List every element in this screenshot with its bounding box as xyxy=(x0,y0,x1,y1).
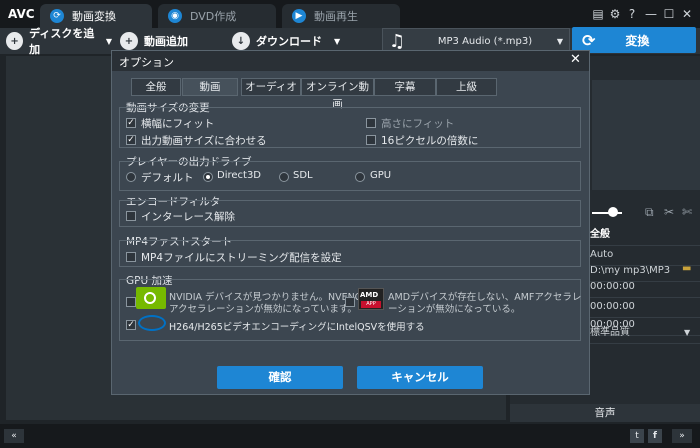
minimize-icon[interactable]: — xyxy=(643,6,659,22)
add-video-icon: + xyxy=(120,32,138,50)
intel-label: H264/H265ビデオエンコーディングにIntelQSVを使用する xyxy=(169,322,425,333)
bottom-bar xyxy=(0,424,700,448)
close-icon[interactable]: ✕ xyxy=(570,52,581,67)
volume-handle[interactable] xyxy=(608,207,618,217)
format-value: MP3 Audio (*.mp3) xyxy=(437,35,533,47)
app-logo: AVC xyxy=(8,7,35,21)
tab-label: 動画再生 xyxy=(314,10,358,23)
fit-width-label: 横幅にフィット xyxy=(141,118,215,130)
add-disc-label: ディスクを追加 xyxy=(29,27,95,56)
cut-icon[interactable]: ✂ xyxy=(664,205,674,219)
convert-icon: ⟳ xyxy=(50,9,64,23)
radio-default-label: デフォルト xyxy=(141,172,194,184)
radio-direct3d-label: Direct3D xyxy=(217,170,262,181)
tab-subtitle[interactable]: 字幕 xyxy=(374,78,436,96)
gear-icon[interactable]: ⚙ xyxy=(607,6,623,22)
tab-general[interactable]: 全般 xyxy=(131,78,181,96)
nvidia-logo-icon xyxy=(136,287,166,309)
radio-direct3d[interactable] xyxy=(203,172,213,182)
fit-width-checkbox[interactable]: ✓ xyxy=(126,118,136,128)
register-icon[interactable]: ▤ xyxy=(590,6,606,22)
tab-video-play[interactable]: ▶ 動画再生 xyxy=(282,4,400,28)
chevron-down-icon: ▼ xyxy=(334,36,341,46)
effect-icon[interactable]: ✄ xyxy=(682,205,692,219)
tab-video[interactable]: 動画 xyxy=(182,78,238,96)
intel-checkbox[interactable]: ✓ xyxy=(126,320,136,330)
maximize-icon[interactable]: ☐ xyxy=(661,6,677,22)
download-icon: ↓ xyxy=(232,32,250,50)
crop-icon[interactable]: ⧉ xyxy=(645,205,654,220)
multiple16-label: 16ピクセルの倍数に xyxy=(381,135,479,147)
dialog-title-bar xyxy=(112,51,589,71)
play-icon: ▶ xyxy=(292,9,306,23)
dialog-title: オプション xyxy=(119,56,174,69)
chevron-down-icon: ▼ xyxy=(556,36,563,46)
add-disc-icon: + xyxy=(6,32,24,50)
chevron-down-icon: ▼ xyxy=(684,328,691,337)
folder-icon[interactable]: ▬ xyxy=(682,263,691,274)
amd-logo-icon: AMD APP xyxy=(358,288,384,310)
cancel-button[interactable]: キャンセル xyxy=(357,366,483,389)
amd-app-badge: APP xyxy=(361,301,381,308)
convert-icon: ⟳ xyxy=(582,30,596,50)
amd-line2: ーションが無効になっている。 xyxy=(388,304,521,315)
music-note-icon: ♫ xyxy=(389,30,406,52)
intel-logo-icon xyxy=(138,315,166,331)
collapse-left-icon[interactable]: « xyxy=(4,429,24,443)
tab-online-video[interactable]: オンライン動画 xyxy=(301,78,374,110)
radio-default[interactable] xyxy=(126,172,136,182)
add-disc-button[interactable]: + ディスクを追加 ▼ xyxy=(6,27,112,56)
rp-all: 全般 xyxy=(587,224,700,246)
radio-gpu[interactable] xyxy=(355,172,365,182)
tab-label: DVD作成 xyxy=(190,10,237,23)
convert-label: 変換 xyxy=(625,33,650,48)
close-window-icon[interactable]: ✕ xyxy=(679,6,695,22)
help-icon[interactable]: ? xyxy=(624,6,640,22)
fit-height-checkbox[interactable] xyxy=(366,118,376,128)
options-dialog: オプション ✕ 全般 動画 オーディオ オンライン動画 字幕 上級 動画サイズの… xyxy=(111,50,590,395)
preview-area xyxy=(592,80,700,190)
tab-dvd-create[interactable]: ◉ DVD作成 xyxy=(158,4,276,28)
disc-icon: ◉ xyxy=(168,9,182,23)
radio-sdl-label: SDL xyxy=(293,170,313,181)
rp-time1: 00:00:00 xyxy=(587,276,700,298)
match-output-label: 出力動画サイズに合わせる xyxy=(141,135,267,147)
add-video-label: 動画追加 xyxy=(144,35,188,48)
convert-button[interactable]: ⟳ 変換 xyxy=(572,27,696,53)
tab-audio[interactable]: オーディオ xyxy=(241,78,301,96)
radio-gpu-label: GPU xyxy=(370,170,392,181)
download-label: ダウンロード xyxy=(256,35,322,48)
streaming-checkbox[interactable] xyxy=(126,252,136,262)
tab-advanced[interactable]: 上級 xyxy=(436,78,497,96)
collapse-right-icon[interactable]: » xyxy=(672,429,692,443)
deinterlace-label: インターレース解除 xyxy=(141,211,235,223)
tab-label: 動画変換 xyxy=(72,10,116,23)
amd-badge: AMD xyxy=(360,291,379,299)
streaming-label: MP4ファイルにストリーミング配信を設定 xyxy=(141,252,342,264)
facebook-icon[interactable]: f xyxy=(648,429,662,443)
amd-checkbox[interactable] xyxy=(345,297,355,307)
rp-audio[interactable]: 音声 xyxy=(510,404,700,422)
match-output-checkbox[interactable]: ✓ xyxy=(126,135,136,145)
radio-sdl[interactable] xyxy=(279,172,289,182)
deinterlace-checkbox[interactable] xyxy=(126,211,136,221)
multiple16-checkbox[interactable] xyxy=(366,135,376,145)
twitter-icon[interactable]: t xyxy=(630,429,644,443)
ok-button[interactable]: 確認 xyxy=(217,366,343,389)
chevron-down-icon: ▼ xyxy=(105,36,112,46)
fit-height-label: 高さにフィット xyxy=(381,118,455,130)
nvidia-checkbox[interactable] xyxy=(126,297,136,307)
nvidia-line2: アクセラレーションが無効になっています。 xyxy=(169,304,357,315)
